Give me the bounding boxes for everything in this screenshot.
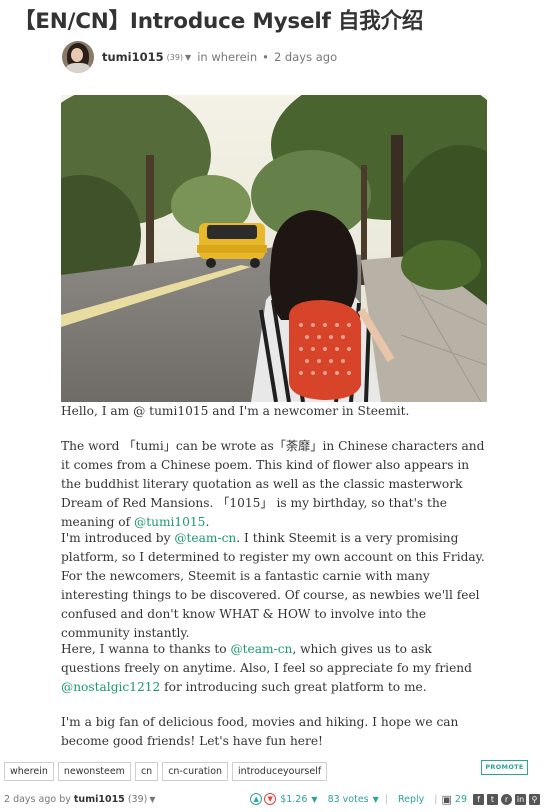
facebook-icon[interactable]: f (473, 793, 484, 805)
resteem-icon[interactable]: ▣ (442, 793, 452, 806)
twitter-icon[interactable]: t (487, 793, 498, 805)
footer-author-link[interactable]: tumi1015 (74, 794, 125, 805)
post-photo (61, 95, 487, 402)
payout-dropdown-icon[interactable]: ▼ (311, 795, 317, 804)
tag-cn-curation[interactable]: cn-curation (162, 762, 229, 781)
author-link[interactable]: tumi1015 (102, 50, 164, 64)
post-time: 2 days ago (273, 50, 338, 64)
mention-link-tumi1015[interactable]: @tumi1015 (134, 515, 205, 529)
in-label: in (197, 50, 208, 64)
reddit-icon[interactable]: r (501, 793, 512, 805)
author-dropdown-icon[interactable]: ▼ (185, 53, 191, 62)
footer-author-dropdown-icon[interactable]: ▼ (149, 795, 155, 804)
linkedin-icon[interactable]: in (515, 793, 526, 805)
mention-link-team-cn[interactable]: @team-cn (174, 531, 236, 545)
paragraph-2: The word 「tumi」can be wrote as「荼靡」in Chi… (61, 439, 485, 529)
resteem-count: 29 (454, 793, 467, 805)
paragraph-4: Here, I wanna to thanks to @team-cn, whi… (61, 642, 472, 694)
paragraph-1: Hello, I am @ tumi1015 and I'm a newcome… (61, 404, 410, 418)
mention-link-team-cn-2[interactable]: @team-cn (230, 642, 292, 656)
votes-dropdown-icon[interactable]: ▼ (373, 795, 379, 804)
reply-link[interactable]: Reply (398, 794, 424, 805)
post-title: 【EN/CN】Introduce Myself 自我介绍 (14, 9, 424, 34)
author-reputation: (39) (166, 52, 184, 62)
tag-newonsteem[interactable]: newonsteem (57, 762, 131, 781)
upvote-icon[interactable]: ▲ (250, 793, 263, 805)
post-byline: tumi1015 (39) ▼ in wherein • 2 days ago (62, 40, 337, 74)
footer-time: 2 days ago (4, 793, 57, 805)
byline-separator: • (262, 50, 269, 64)
tag-introduceyourself[interactable]: introduceyourself (232, 762, 328, 781)
paragraph-3: I'm introduced by @team-cn. I think Stee… (61, 531, 485, 640)
category-link[interactable]: wherein (211, 50, 257, 64)
footer-by-label: by (59, 793, 71, 805)
tag-wherein[interactable]: wherein (4, 762, 54, 781)
footer-divider: | (384, 793, 388, 805)
footer-divider-2: | (434, 793, 438, 805)
tag-cn[interactable]: cn (134, 762, 159, 781)
votes-count[interactable]: 83 votes (328, 794, 369, 805)
mention-link-nostalgic1212[interactable]: @nostalgic1212 (61, 680, 160, 694)
tag-list: wherein newonsteem cn cn-curation introd… (4, 762, 328, 781)
author-avatar[interactable] (62, 41, 94, 73)
payout-value[interactable]: $1.26 (280, 794, 307, 805)
post-footer: 2 days ago by tumi1015 (39) ▼ ▲ ▼ $1.26 … (4, 790, 540, 808)
paragraph-5: I'm a big fan of delicious food, movies … (61, 715, 459, 748)
downvote-icon[interactable]: ▼ (264, 793, 277, 805)
share-icons: f t r in ⚲ (473, 793, 540, 805)
footer-reputation: (39) (127, 793, 148, 805)
promote-button[interactable]: PROMOTE (481, 760, 528, 775)
link-icon[interactable]: ⚲ (529, 793, 540, 805)
